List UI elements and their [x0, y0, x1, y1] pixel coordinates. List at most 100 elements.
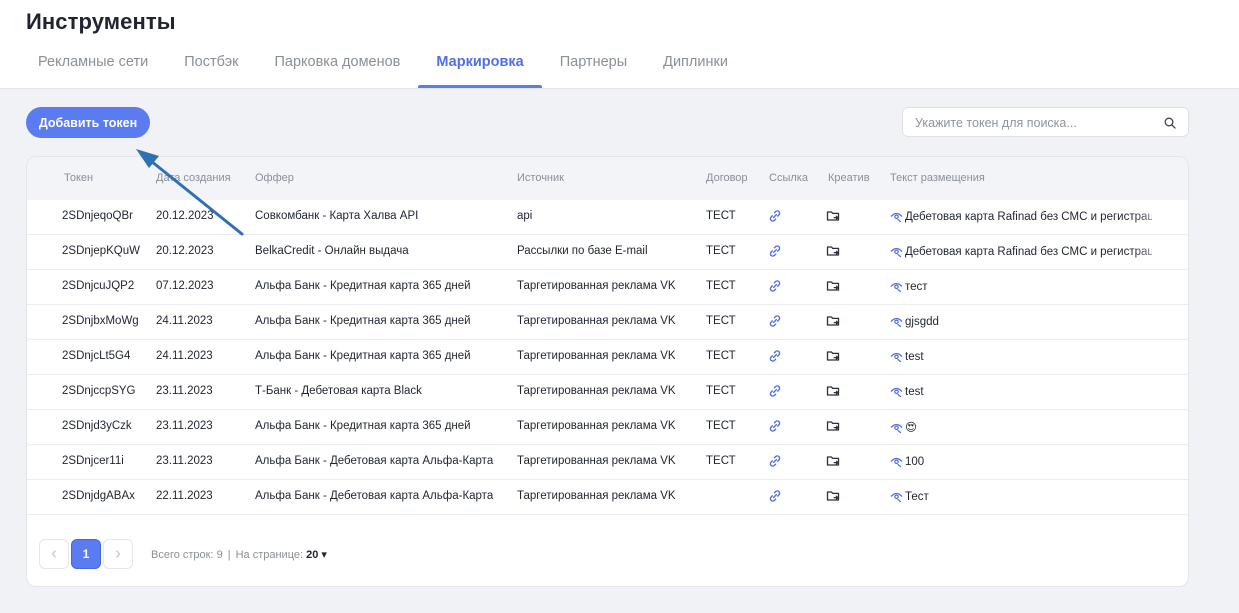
source-cell: Таргетированная реклама VK [517, 385, 676, 397]
source-cell: Таргетированная реклама VK [517, 490, 676, 502]
contract-cell: ТЕСТ [706, 280, 736, 292]
search-icon[interactable] [1164, 117, 1176, 129]
contract-cell: ТЕСТ [706, 315, 736, 327]
link-icon[interactable] [768, 419, 784, 435]
table-row[interactable]: 2SDnjd3yCzk 23.11.2023 Альфа Банк - Кредит… [27, 410, 1188, 445]
placement-text-cell[interactable]: 😍 [890, 420, 1152, 434]
table-row[interactable]: 2SDnjcLt5G4 24.11.2023 Альфа Банк - Кредит… [27, 340, 1188, 375]
placement-text: Дебетовая карта Rafinad без СМС и регист… [905, 210, 1152, 223]
token-search[interactable] [902, 107, 1189, 137]
per-page-select[interactable]: 20 ▾ [306, 549, 327, 561]
creative-folder-icon[interactable] [826, 209, 842, 225]
token-cell: 2SDnjd3yCzk [62, 420, 132, 432]
date-cell: 24.11.2023 [156, 350, 213, 362]
table-row[interactable]: 2SDnjeqoQBr 20.12.2023 Совкомбанк - Карта … [27, 200, 1188, 235]
offer-cell: Совкомбанк - Карта Халва API [255, 210, 419, 222]
column-header-offer: Оффер [255, 172, 294, 184]
page-title: Инструменты [26, 9, 176, 34]
source-cell: Таргетированная реклама VK [517, 455, 676, 467]
tab-deeplinks[interactable]: Диплинки [645, 46, 746, 88]
tokens-table-card: Токен Дата создания Оффер Источник Догов… [26, 156, 1189, 587]
offer-cell: BelkaCredit - Онлайн выдача [255, 245, 409, 257]
link-icon[interactable] [768, 279, 784, 295]
placement-text-cell[interactable]: Тест [890, 490, 1152, 503]
date-cell: 20.12.2023 [156, 210, 214, 222]
link-icon[interactable] [768, 384, 784, 400]
table-row[interactable]: 2SDnjepKQuW 20.12.2023 BelkaCredit - Онлай… [27, 235, 1188, 270]
placement-text-cell[interactable]: test [890, 385, 1152, 398]
column-header-placement-text: Текст размещения [890, 172, 985, 184]
offer-cell: Т-Банк - Дебетовая карта Black [255, 385, 422, 397]
add-token-button[interactable]: Добавить токен [26, 107, 150, 138]
table-row[interactable]: 2SDnjcuJQP2 07.12.2023 Альфа Банк - Кредит… [27, 270, 1188, 305]
creative-folder-icon[interactable] [826, 384, 842, 400]
contract-cell: ТЕСТ [706, 420, 736, 432]
source-cell: Таргетированная реклама VK [517, 420, 676, 432]
source-cell: Рассылки по базе E-mail [517, 245, 648, 257]
column-header-link: Ссылка [769, 172, 808, 184]
view-icon [890, 315, 903, 328]
creative-folder-icon[interactable] [826, 454, 842, 470]
link-icon[interactable] [768, 349, 784, 365]
view-icon [890, 455, 903, 468]
link-icon[interactable] [768, 244, 784, 260]
table-row[interactable]: 2SDnjbxMoWg 24.11.2023 Альфа Банк - Кредит… [27, 305, 1188, 340]
placement-text-cell[interactable]: test [890, 350, 1152, 363]
link-icon[interactable] [768, 314, 784, 330]
token-cell: 2SDnjcLt5G4 [62, 350, 131, 362]
table-header: Токен Дата создания Оффер Источник Догов… [27, 157, 1188, 200]
token-search-input[interactable] [915, 114, 1155, 132]
placement-text: 😍 [905, 422, 917, 434]
placement-text: 100 [905, 455, 925, 468]
tab-domain-parking[interactable]: Парковка доменов [256, 46, 418, 88]
view-icon [890, 245, 903, 258]
token-cell: 2SDnjccpSYG [62, 385, 136, 397]
date-cell: 24.11.2023 [156, 315, 213, 327]
creative-folder-icon[interactable] [826, 279, 842, 295]
creative-folder-icon[interactable] [826, 419, 842, 435]
link-icon[interactable] [768, 489, 784, 505]
token-cell: 2SDnjdgABAx [62, 490, 135, 502]
page-button-current[interactable]: 1 [71, 539, 101, 569]
offer-cell: Альфа Банк - Кредитная карта 365 дней [255, 280, 471, 292]
next-page-button[interactable] [103, 539, 133, 569]
chevron-right-icon [116, 550, 121, 558]
creative-folder-icon[interactable] [826, 314, 842, 330]
link-icon[interactable] [768, 454, 784, 470]
placement-text-cell[interactable]: 100 [890, 455, 1152, 468]
offer-cell: Альфа Банк - Кредитная карта 365 дней [255, 420, 471, 432]
pagination-separator: | [227, 548, 231, 561]
tab-partners[interactable]: Партнеры [542, 46, 645, 88]
placement-text: test [905, 350, 924, 363]
per-page-label: На странице: [235, 548, 304, 561]
contract-cell: ТЕСТ [706, 210, 736, 222]
link-icon[interactable] [768, 209, 784, 225]
table-row[interactable]: 2SDnjcer11i 23.11.2023 Альфа Банк - Дебето… [27, 445, 1188, 480]
view-icon [890, 280, 903, 293]
source-cell: api [517, 210, 533, 222]
placement-text-cell[interactable]: тест [890, 280, 1152, 293]
page-header: Инструменты Рекламные сети Постбэк Парко… [0, 0, 1239, 89]
column-header-source: Источник [517, 172, 564, 184]
token-cell: 2SDnjcer11i [62, 455, 124, 467]
token-cell: 2SDnjcuJQP2 [62, 280, 135, 292]
creative-folder-icon[interactable] [826, 489, 842, 505]
placement-text-cell[interactable]: Дебетовая карта Rafinad без СМС и регист… [890, 210, 1152, 223]
placement-text-cell[interactable]: Дебетовая карта Rafinad без СМС и регист… [890, 245, 1152, 258]
tab-postback[interactable]: Постбэк [166, 46, 256, 88]
placement-text: gjsgdd [905, 315, 939, 328]
placement-text-cell[interactable]: gjsgdd [890, 315, 1152, 328]
prev-page-button[interactable] [39, 539, 69, 569]
tab-ad-networks[interactable]: Рекламные сети [20, 46, 166, 88]
placement-text: test [905, 385, 924, 398]
view-icon [890, 421, 903, 434]
tab-marking[interactable]: Маркировка [418, 46, 543, 88]
date-cell: 07.12.2023 [156, 280, 214, 292]
creative-folder-icon[interactable] [826, 349, 842, 365]
tab-bar: Рекламные сети Постбэк Парковка доменов … [20, 46, 746, 89]
placement-text: тест [905, 280, 928, 293]
table-row[interactable]: 2SDnjdgABAx 22.11.2023 Альфа Банк - Дебето… [27, 480, 1188, 515]
table-row[interactable]: 2SDnjccpSYG 23.11.2023 Т-Банк - Дебетовая … [27, 375, 1188, 410]
offer-cell: Альфа Банк - Кредитная карта 365 дней [255, 315, 471, 327]
creative-folder-icon[interactable] [826, 244, 842, 260]
